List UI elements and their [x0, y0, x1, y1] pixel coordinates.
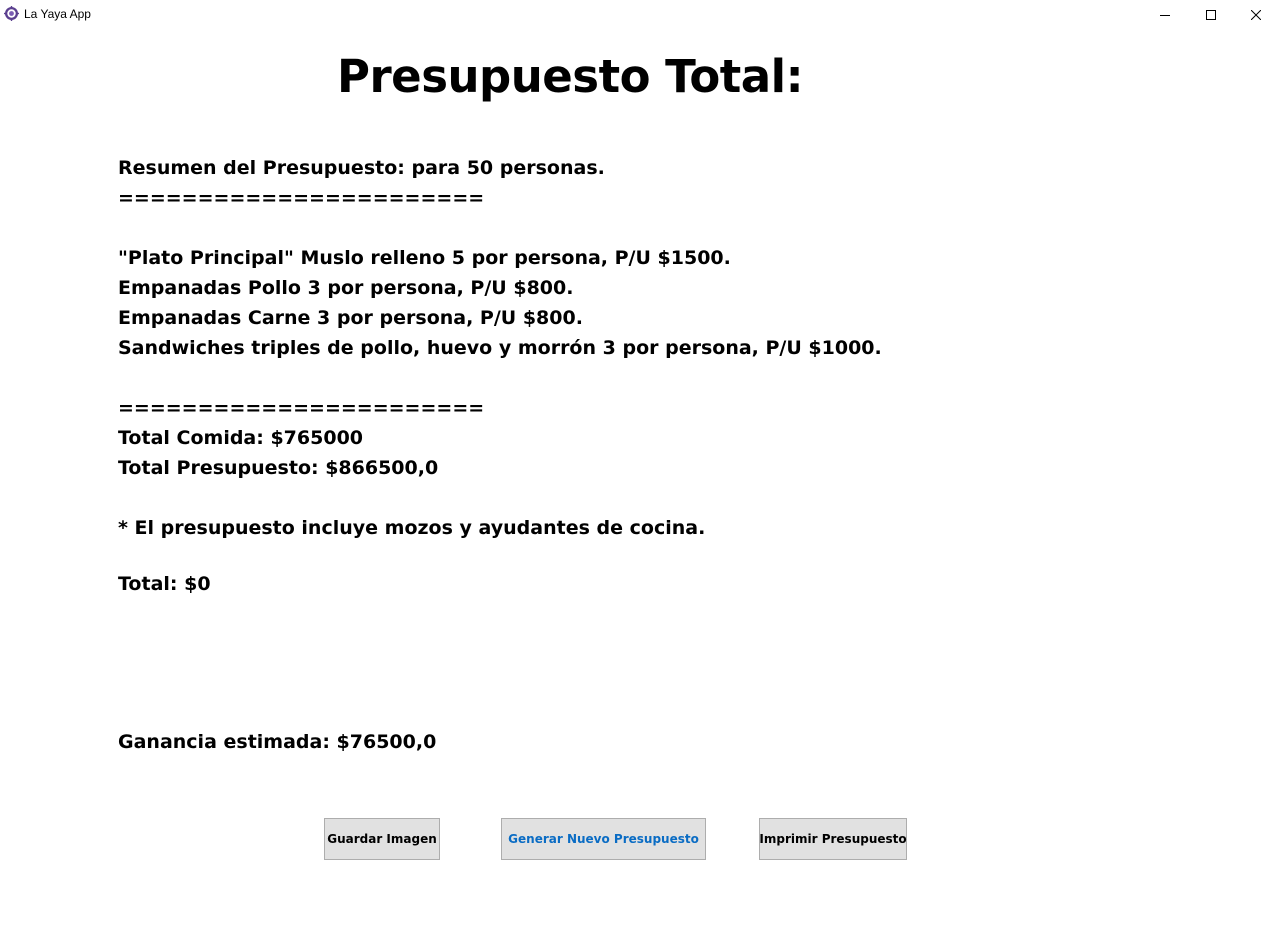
summary-header: Resumen del Presupuesto: para 50 persona…: [118, 157, 605, 179]
total-comida: Total Comida: $765000: [118, 427, 364, 449]
separator-top: =======================: [118, 187, 485, 209]
close-button[interactable]: [1233, 0, 1275, 29]
separator-bottom: =======================: [118, 397, 485, 419]
window-title: La Yaya App: [24, 7, 91, 21]
minimize-icon: [1160, 5, 1170, 24]
summary-item: Empanadas Pollo 3 por persona, P/U $800.: [118, 277, 574, 299]
summary-item: Empanadas Carne 3 por persona, P/U $800.: [118, 307, 583, 329]
print-budget-button[interactable]: Imprimir Presupuesto: [759, 818, 907, 860]
maximize-button[interactable]: [1188, 0, 1234, 29]
included-note: * El presupuesto incluye mozos y ayudant…: [118, 517, 706, 539]
minimize-button[interactable]: [1142, 0, 1188, 29]
ganancia-estimada: Ganancia estimada: $76500,0: [118, 731, 437, 753]
save-image-button[interactable]: Guardar Imagen: [324, 818, 440, 860]
maximize-icon: [1206, 5, 1216, 24]
summary-item: "Plato Principal" Muslo relleno 5 por pe…: [118, 247, 731, 269]
gear-logo-icon: [4, 6, 19, 21]
new-budget-button[interactable]: Generar Nuevo Presupuesto: [501, 818, 706, 860]
summary-item: Sandwiches triples de pollo, huevo y mor…: [118, 337, 882, 359]
total-value: Total: $0: [118, 573, 211, 595]
close-icon: [1250, 5, 1262, 24]
page-title: Presupuesto Total:: [337, 50, 804, 103]
title-bar[interactable]: La Yaya App: [0, 0, 1275, 29]
app-window: La Yaya App Presupuesto Total: Resumen d…: [0, 0, 1275, 943]
total-presupuesto: Total Presupuesto: $866500,0: [118, 457, 439, 479]
